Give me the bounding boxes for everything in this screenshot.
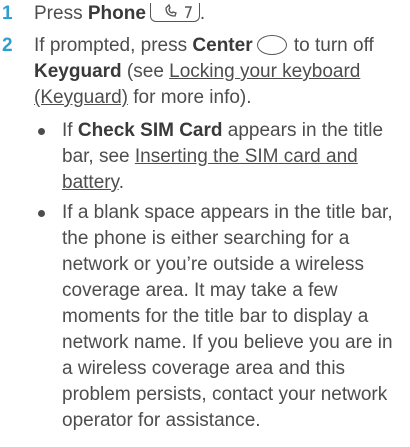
- bullet-1-post: .: [118, 172, 124, 193]
- bullet-1-text: If Check SIM Card appears in the title b…: [62, 118, 404, 196]
- bullet-dot-icon: [38, 128, 45, 135]
- step-2-pre: If prompted, press: [34, 35, 193, 56]
- check-sim-label: Check SIM Card: [77, 120, 223, 141]
- step-1-text: Press Phone.: [34, 1, 400, 27]
- bullet-blank-space: If a blank space appears in the title ba…: [0, 200, 404, 434]
- center-label: Center: [192, 35, 253, 56]
- keyguard-label: Keyguard: [34, 61, 122, 82]
- center-key-icon: [256, 35, 287, 55]
- step-1-post: .: [199, 3, 206, 24]
- step-2-text: If prompted, press Center to turn off Ke…: [34, 33, 400, 111]
- step-number: 1: [2, 3, 13, 24]
- step-2-mid: to turn off: [288, 35, 374, 56]
- step-1: 1 Press Phone.: [0, 1, 400, 27]
- phone-label: Phone: [87, 3, 146, 24]
- document-page: 1 Press Phone. 2 If prompted, press Cent…: [0, 0, 410, 447]
- bullet-1-pre: If: [62, 120, 78, 141]
- step-2-post: for more info).: [128, 87, 252, 108]
- step-2: 2 If prompted, press Center to turn off …: [0, 33, 400, 111]
- phone-key-icon: [149, 3, 200, 22]
- step-1-pre: Press: [34, 3, 88, 24]
- step-number: 2: [2, 35, 13, 56]
- bullet-sim-card: If Check SIM Card appears in the title b…: [0, 118, 404, 196]
- bullet-dot-icon: [38, 210, 45, 217]
- step-2-mid2: (see: [121, 61, 170, 82]
- bullet-2-text: If a blank space appears in the title ba…: [62, 202, 393, 431]
